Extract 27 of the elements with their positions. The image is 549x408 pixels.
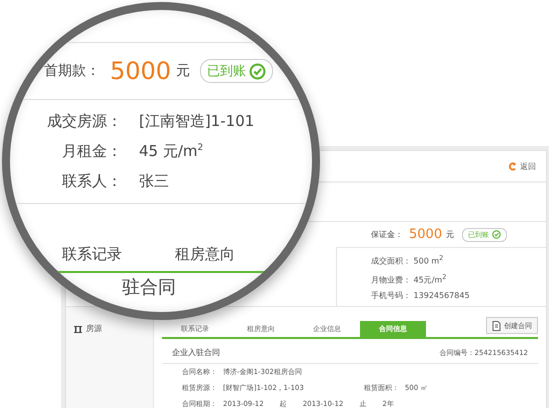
sidebar-item[interactable]: 房源 [74,323,102,334]
return-arrow-icon [508,162,517,170]
detail-text: 月物业费： 45元/m$^{2}$ [371,272,448,286]
detail-label: 联系人： [61,172,122,190]
building-icon [74,324,82,333]
detail-label: 月租金： [61,142,122,160]
detail-value: 45 元/m$^{2}$ [139,142,204,160]
payment-amount: 5000 [110,57,172,85]
back-link[interactable]: 返回 [508,160,536,172]
contract-title: 企业入驻合同 [172,347,220,358]
check-icon [249,62,266,80]
document-icon [492,320,501,331]
detail-value: 张三 [139,172,169,190]
detail-text: 手机号码： 13924567845 [371,290,471,302]
currency-unit: 元 [176,62,190,80]
detail-label: 成交房源： [46,112,122,130]
detail-text: 成交面积： 500 m$^{2}$ [371,253,444,268]
tab[interactable]: 联系记录 [62,237,175,271]
check-icon [492,230,502,239]
detail-value: [江南智造]1-101 [139,112,254,130]
tab[interactable]: 租房意向 [175,237,288,271]
payment-label: 保证金： [371,229,403,240]
payment-status-badge: 已到账 [200,59,274,83]
payment-amount: 5000 [409,227,442,242]
currency-unit: 元 [446,229,454,240]
section-heading: 驻合同 [122,276,176,299]
payment-label: 首期款： [44,62,100,80]
